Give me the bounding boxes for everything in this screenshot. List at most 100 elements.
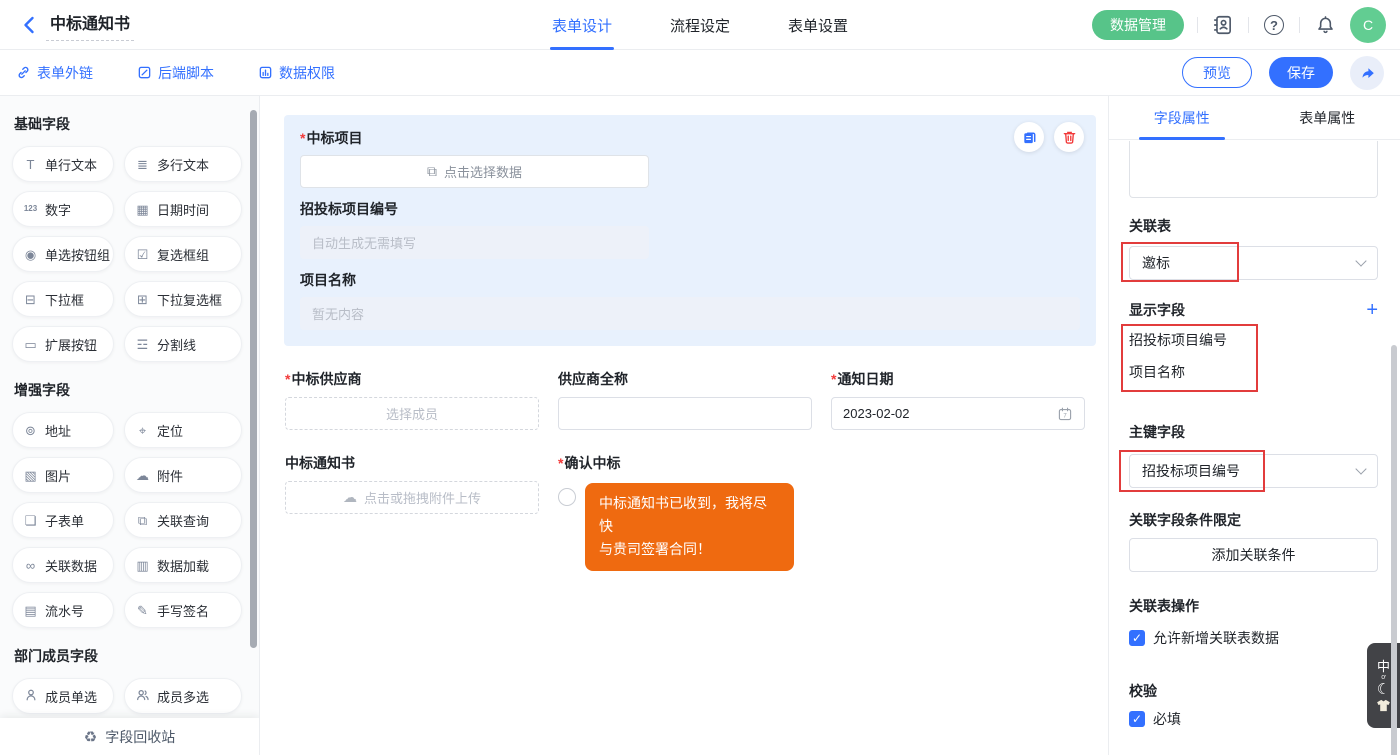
- checkbox-checked[interactable]: ✓: [1129, 630, 1145, 646]
- project-name-input: 暂无内容: [300, 297, 1080, 330]
- field-pill-data-load[interactable]: ▥数据加载: [124, 547, 242, 583]
- divider: [1248, 17, 1249, 33]
- share-arrow-icon: [1358, 64, 1376, 82]
- translate-icon[interactable]: 中: [1377, 660, 1390, 673]
- notification-bell-icon[interactable]: [1313, 13, 1337, 37]
- share-button[interactable]: [1350, 56, 1384, 90]
- required-asterisk: *: [831, 369, 836, 389]
- preview-button[interactable]: 预览: [1182, 57, 1252, 88]
- field-library-sidebar: 基础字段 T单行文本 ≣多行文本 123数字 ▦日期时间 ◉单选按钮组 ☑复选框…: [0, 96, 260, 755]
- field-pill-radio-group[interactable]: ◉单选按钮组: [12, 236, 114, 272]
- toolbar-right: 预览 保存: [1182, 56, 1384, 90]
- attachment-upload-box[interactable]: ☁ 点击或拖拽附件上传: [285, 481, 539, 514]
- notify-date-input[interactable]: 2023-02-02 7: [831, 397, 1085, 430]
- allow-add-related-data-row: ✓ 允许新增关联表数据: [1129, 628, 1378, 648]
- dark-mode-moon-icon[interactable]: ☾: [1377, 683, 1390, 697]
- tab-form-design[interactable]: 表单设计: [552, 0, 612, 50]
- tab-field-properties[interactable]: 字段属性: [1109, 96, 1255, 139]
- theme-shirt-icon[interactable]: [1376, 699, 1391, 712]
- tab-form-setting[interactable]: 表单设置: [788, 0, 848, 50]
- help-icon[interactable]: ?: [1262, 13, 1286, 37]
- chevron-down-icon: [1355, 463, 1366, 474]
- field-name-input-partial[interactable]: [1129, 141, 1378, 198]
- field-pill-datetime[interactable]: ▦日期时间: [124, 191, 242, 227]
- field-pill-divider[interactable]: ☲分割线: [124, 326, 242, 362]
- person-icon: [23, 688, 38, 704]
- select-data-button[interactable]: ⧉ 点击选择数据: [300, 155, 649, 188]
- calendar-icon: ▦: [135, 203, 150, 216]
- field-pill-image[interactable]: ▧图片: [12, 457, 114, 493]
- field-pill-subform[interactable]: ❏子表单: [12, 502, 114, 538]
- number-icon: 123: [23, 205, 38, 213]
- field-pill-linked-query[interactable]: ⧉关联查询: [124, 502, 242, 538]
- delete-field-button[interactable]: [1054, 122, 1084, 152]
- related-table-ops-label: 关联表操作: [1129, 596, 1378, 616]
- form-title[interactable]: 中标通知书: [46, 8, 134, 41]
- field-pill-signature[interactable]: ✎手写签名: [124, 592, 242, 628]
- field-pill-address[interactable]: ⊚地址: [12, 412, 114, 448]
- field-pill-member-multi[interactable]: 成员多选: [124, 678, 242, 714]
- field-confirm-win[interactable]: *确认中标 中标通知书已收到，我将尽快 与贵司签署合同！: [558, 453, 1078, 571]
- back-button[interactable]: [16, 12, 42, 38]
- field-pill-multi-line-text[interactable]: ≣多行文本: [124, 146, 242, 182]
- divider-icon: ☲: [135, 338, 150, 351]
- field-notice-attachment[interactable]: 中标通知书 ☁ 点击或拖拽附件上传: [285, 453, 539, 571]
- primary-key-select[interactable]: 招投标项目编号: [1129, 454, 1378, 488]
- app-window: 中标通知书 表单设计 流程设定 表单设置 数据管理 ?: [0, 0, 1400, 755]
- field-pill-single-line-text[interactable]: T单行文本: [12, 146, 114, 182]
- display-field-item[interactable]: 项目名称: [1129, 362, 1378, 382]
- field-pill-linked-data[interactable]: ∞关联数据: [12, 547, 114, 583]
- field-pill-extend-button[interactable]: ▭扩展按钮: [12, 326, 114, 362]
- section-title-member-fields: 部门成员字段: [0, 628, 259, 678]
- field-pill-number[interactable]: 123数字: [12, 191, 114, 227]
- form-external-link[interactable]: 表单外链: [16, 63, 93, 83]
- select-member-box[interactable]: 选择成员: [285, 397, 539, 430]
- display-field-item[interactable]: 招投标项目编号: [1129, 330, 1378, 350]
- dropdown-multi-icon: ⊞: [135, 293, 150, 306]
- supplier-full-name-input[interactable]: [558, 397, 812, 430]
- section-title-enhanced-fields: 增强字段: [0, 362, 259, 412]
- field-pill-serial-number[interactable]: ▤流水号: [12, 592, 114, 628]
- tab-form-properties[interactable]: 表单属性: [1255, 96, 1400, 139]
- contact-book-icon[interactable]: [1211, 13, 1235, 37]
- data-manage-button[interactable]: 数据管理: [1092, 10, 1184, 40]
- field-pill-dropdown[interactable]: ⊟下拉框: [12, 281, 114, 317]
- panel-scrollbar[interactable]: [1391, 345, 1397, 755]
- single-line-text-icon: T: [23, 158, 38, 171]
- data-permission-link[interactable]: 数据权限: [258, 63, 335, 83]
- dropdown-icon: ⊟: [23, 293, 38, 306]
- backend-script-link[interactable]: 后端脚本: [137, 63, 214, 83]
- checkbox-checked[interactable]: ✓: [1129, 711, 1145, 727]
- data-load-chart-icon: ▥: [135, 559, 150, 572]
- field-supplier-full-name[interactable]: 供应商全称: [558, 369, 812, 430]
- field-label-winning-project: * 中标项目: [300, 128, 1080, 148]
- related-table-select[interactable]: 邀标: [1129, 246, 1378, 280]
- card-action-buttons: [1014, 122, 1084, 152]
- condition-limit-label: 关联字段条件限定: [1129, 510, 1378, 530]
- related-table-label: 关联表: [1129, 216, 1378, 236]
- properties-panel: 字段属性 表单属性 关联表 邀标 显示字段 + 招投标项目编号 项目名称 主键字…: [1108, 96, 1400, 755]
- user-avatar[interactable]: C: [1350, 7, 1386, 43]
- confirm-radio[interactable]: [558, 488, 576, 506]
- primary-key-label: 主键字段: [1129, 422, 1378, 442]
- data-permission-icon: [258, 65, 273, 80]
- field-pill-dropdown-multi[interactable]: ⊞下拉复选框: [124, 281, 242, 317]
- sidebar-scrollbar[interactable]: [250, 110, 257, 648]
- field-pill-attachment[interactable]: ☁附件: [124, 457, 242, 493]
- add-condition-button[interactable]: 添加关联条件: [1129, 538, 1378, 572]
- field-notify-date[interactable]: *通知日期 2023-02-02 7: [831, 369, 1085, 430]
- duplicate-field-button[interactable]: [1014, 122, 1044, 152]
- required-asterisk: *: [558, 453, 563, 473]
- field-pill-location[interactable]: ⌖定位: [124, 412, 242, 448]
- add-display-field-icon[interactable]: +: [1366, 302, 1378, 318]
- field-winning-supplier[interactable]: *中标供应商 选择成员: [285, 369, 539, 430]
- back-chevron-icon: [21, 16, 37, 34]
- selected-field-card[interactable]: * 中标项目 ⧉ 点击选择数据 招投标项目编号 自动生成无需填写 项目名称 暂无…: [284, 115, 1096, 346]
- field-pill-member-single[interactable]: 成员单选: [12, 678, 114, 714]
- field-pill-checkbox-group[interactable]: ☑复选框组: [124, 236, 242, 272]
- bid-project-number-input: 自动生成无需填写: [300, 226, 649, 259]
- field-recycle-bin[interactable]: ♻ 字段回收站: [0, 718, 259, 755]
- svg-text:7: 7: [1063, 413, 1067, 419]
- save-button[interactable]: 保存: [1269, 57, 1333, 88]
- tab-flow-setting[interactable]: 流程设定: [670, 0, 730, 50]
